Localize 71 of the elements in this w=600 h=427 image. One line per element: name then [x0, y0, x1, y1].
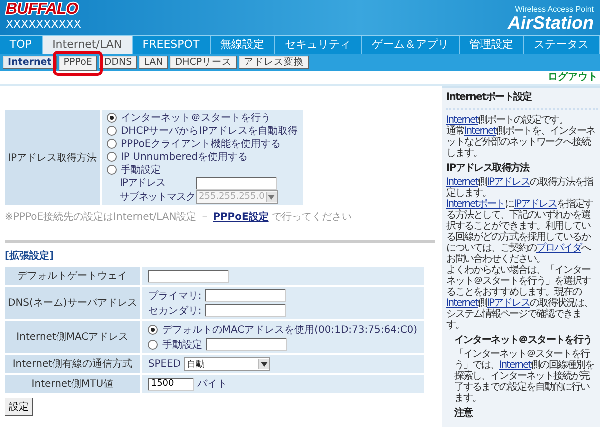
help-text: 通常Internet側ポートを、インターネットなど外部のネットワークへ接続します。	[446, 126, 596, 159]
ip-address-field[interactable]	[196, 176, 277, 190]
sub-tab[interactable]: Internet	[3, 56, 57, 69]
option-label: DHCPサーバからIPアドレスを自動取得	[120, 124, 298, 138]
table-cell: Internet側有線の通信方式	[5, 355, 140, 373]
field-label: セカンダリ:	[148, 304, 202, 318]
help-link[interactable]: Internetポート	[446, 199, 506, 210]
help-link[interactable]: Internet	[446, 115, 478, 126]
field-label: SPEED	[148, 358, 182, 370]
primary-dns-field[interactable]	[204, 289, 286, 302]
radio-button[interactable]	[148, 324, 158, 334]
table-cell: デフォルトゲートウェイ	[5, 267, 140, 285]
help-text: Internetポート にIPアドレスを指定する方法として、下記のいずれかを選択することができます。利用している回線がどの方式を採用しているかについては、ご契約のプロバイダへお問い合わせください。	[446, 199, 594, 265]
option-label: 手動設定	[120, 164, 161, 176]
help-heading: 注意	[454, 408, 474, 420]
field-label: サブネットマスク	[120, 190, 196, 204]
radio-button[interactable]	[148, 340, 158, 350]
sub-tab[interactable]: アドレス変換	[239, 56, 310, 69]
radio-button[interactable]	[106, 126, 117, 136]
unit-label: バイト	[197, 378, 228, 391]
help-text: よくわからない場合は、「インターネット＠スタートを行う」を選択することをおすすめします。現在の Internet側IPアドレスの取得状況は、システム情報ページで確認できます。	[446, 265, 594, 331]
product-name: AirStation	[508, 14, 594, 33]
table-cell: Internet側MTU値	[5, 375, 140, 393]
dropdown-icon	[266, 192, 277, 202]
sub-tab[interactable]: DHCPリース	[170, 56, 238, 69]
pppoe-link[interactable]: PPPoE設定	[213, 212, 269, 223]
brand-logo: BUFFALO	[6, 1, 80, 18]
field-label: IPアドレス	[120, 177, 166, 190]
option-label: IP Unnumberedを使用する	[120, 150, 248, 164]
table-cell: Internet側MACアドレス	[5, 321, 140, 353]
option-label: PPPoEクライアント機能を使用する	[120, 138, 282, 150]
product-line: Wireless Access Point	[515, 5, 594, 14]
note-text: ※PPPoE接続先の設定はInternet/LAN設定 － PPPoE設定 で行ってください	[5, 210, 353, 224]
help-link[interactable]: Internet	[446, 177, 478, 188]
table-cell: DNS(ネーム)サーバアドレス	[5, 287, 140, 319]
option-label: インターネット＠スタートを行う	[120, 112, 271, 124]
help-text: Internet側ポートの設定です。	[446, 115, 570, 126]
table-cell: IPアドレス取得方法	[5, 110, 100, 205]
help-link[interactable]: Internet	[499, 360, 532, 371]
device-name: XXXXXXXXXX	[6, 18, 82, 31]
help-link[interactable]: IPアドレス	[514, 199, 558, 210]
gateway-field[interactable]	[148, 270, 230, 282]
help-heading: Internetポート設定	[446, 92, 533, 104]
speed-select[interactable]: 自動	[184, 357, 270, 371]
help-heading: インターネット＠スタートを行う	[454, 335, 594, 347]
help-link[interactable]: Internet	[446, 298, 478, 309]
submit-button[interactable]: 設定	[5, 398, 33, 416]
help-heading: IPアドレス取得方法	[446, 163, 531, 175]
radio-button[interactable]	[106, 152, 117, 162]
help-link[interactable]: IPアドレス	[487, 177, 530, 188]
sub-tab[interactable]: PPPoE	[58, 56, 98, 71]
radio-button[interactable]	[106, 164, 117, 174]
dropdown-icon	[258, 359, 270, 369]
help-text: Internet側IPアドレスの取得方法を指定します。	[446, 177, 594, 199]
mtu-field[interactable]: 1500	[148, 378, 194, 390]
option-label: 手動設定	[162, 338, 202, 352]
help-text: 「インターネット＠スタートを行う」では、Internet側の回線種別を探索し、インターネット接続が完了するまでの設定を自動的に行います。	[454, 349, 596, 404]
help-link[interactable]: IPアドレス	[487, 298, 530, 309]
option-label: デフォルトのMACアドレスを使用(00:1D:73:75:64:C0)	[162, 324, 418, 336]
radio-button[interactable]	[106, 138, 117, 148]
field-label: プライマリ:	[148, 290, 202, 302]
logout-link[interactable]: ログアウト	[548, 71, 600, 84]
section-title: [拡張設定]	[5, 249, 56, 263]
secondary-dns-field[interactable]	[204, 304, 286, 317]
help-link[interactable]: Internet	[464, 126, 496, 137]
radio-button[interactable]	[106, 112, 117, 122]
sub-tab[interactable]: DDNS	[99, 56, 138, 69]
nav-tab[interactable]: Internet/LAN	[42, 36, 133, 54]
sub-tab[interactable]: LAN	[139, 56, 168, 69]
mac-address-field[interactable]	[206, 338, 288, 351]
help-link[interactable]: プロバイダ	[536, 243, 582, 254]
